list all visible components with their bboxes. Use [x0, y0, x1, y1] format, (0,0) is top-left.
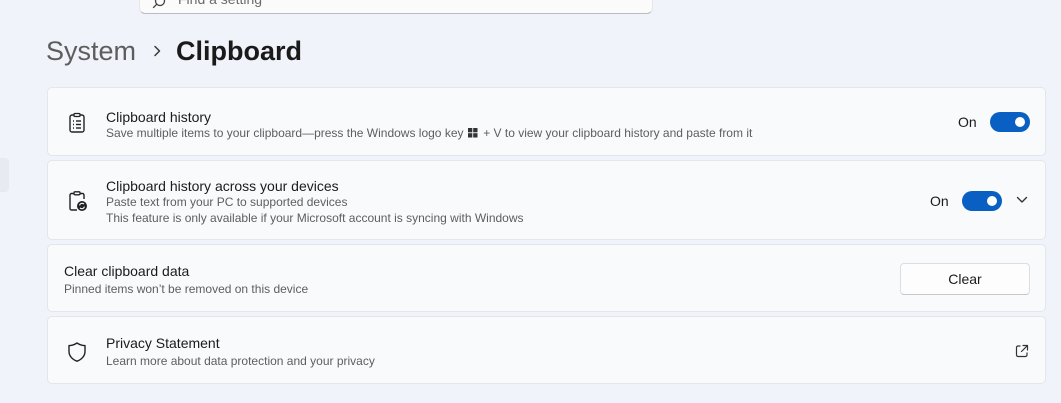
clipboard-history-state-label: On [958, 114, 977, 130]
clipboard-sync-state-label: On [930, 193, 949, 209]
clipboard-sync-description-line2: This feature is only available if your M… [106, 211, 524, 225]
clipboard-history-toggle[interactable] [989, 112, 1030, 132]
privacy-statement-title: Privacy Statement [106, 335, 220, 351]
windows-logo-icon [467, 128, 478, 138]
chevron-right-icon [152, 45, 162, 57]
clipboard-list-icon [69, 112, 85, 133]
toggle-knob [1014, 117, 1025, 127]
clipboard-sync-description-line1: Paste text from your PC to supported dev… [106, 195, 348, 209]
clipboard-sync-toggle[interactable] [961, 191, 1002, 211]
clear-button[interactable]: Clear [900, 263, 1030, 295]
search-box[interactable] [139, 0, 653, 14]
breadcrumb: System Clipboard [46, 33, 302, 69]
clipboard-sync-toggle-group: On [930, 191, 1002, 211]
clipboard-history-toggle-group: On [958, 112, 1030, 132]
clipboard-history-description: Save multiple items to your clipboard—pr… [106, 126, 753, 140]
clipboard-sync-title: Clipboard history across your devices [106, 178, 339, 194]
clear-clipboard-title: Clear clipboard data [64, 263, 190, 279]
clipboard-sync-card[interactable]: Clipboard history across your devices Pa… [47, 160, 1046, 240]
clear-clipboard-description: Pinned items won’t be removed on this de… [64, 282, 309, 296]
clipboard-history-title: Clipboard history [106, 109, 212, 125]
toggle-knob [986, 196, 997, 206]
clipboard-sync-icon [69, 191, 87, 211]
nav-selection-indicator [0, 158, 9, 192]
privacy-statement-description: Learn more about data protection and you… [106, 354, 375, 368]
search-input[interactable] [178, 0, 598, 7]
privacy-statement-card[interactable]: Privacy Statement Learn more about data … [47, 316, 1046, 384]
shield-icon [68, 342, 86, 362]
external-link-icon[interactable] [1014, 343, 1030, 359]
chevron-down-icon [1016, 196, 1028, 203]
search-icon [152, 0, 166, 9]
page-title: Clipboard [176, 35, 303, 66]
expand-button[interactable] [1012, 190, 1032, 210]
breadcrumb-system[interactable]: System [46, 36, 136, 67]
clipboard-history-card: Clipboard history Save multiple items to… [47, 87, 1046, 156]
clear-clipboard-card: Clear clipboard data Pinned items won’t … [47, 244, 1046, 312]
